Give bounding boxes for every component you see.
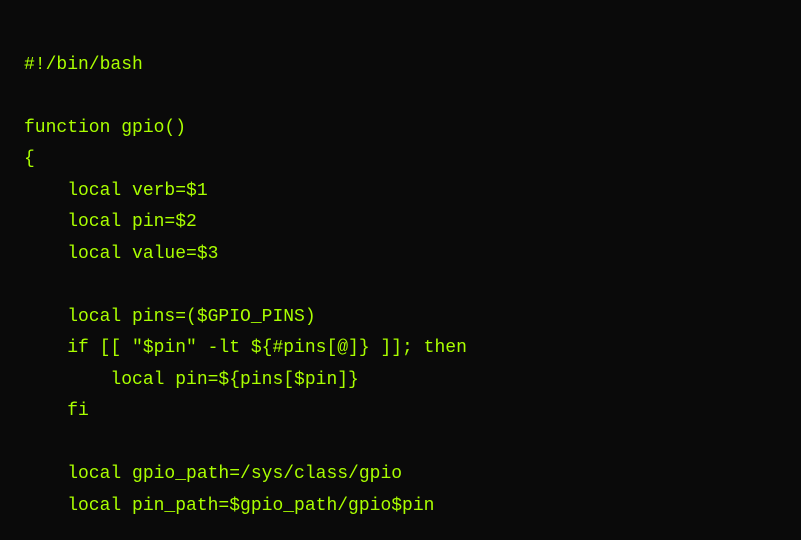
code-line: local value=$3 xyxy=(24,239,777,271)
code-line: function gpio() xyxy=(24,113,777,145)
code-line: { xyxy=(24,144,777,176)
code-line: local verb=$1 xyxy=(24,176,777,208)
code-line: local pin=$2 xyxy=(24,207,777,239)
code-line: local pins=($GPIO_PINS) xyxy=(24,302,777,334)
code-line xyxy=(24,81,777,113)
code-line: fi xyxy=(24,396,777,428)
code-editor: #!/bin/bash function gpio(){ local verb=… xyxy=(0,0,801,540)
code-line: if [[ "$pin" -lt ${#pins[@]} ]]; then xyxy=(24,333,777,365)
code-line: #!/bin/bash xyxy=(24,50,777,82)
code-line: local pin_path=$gpio_path/gpio$pin xyxy=(24,491,777,523)
code-line xyxy=(24,428,777,460)
code-line: local pin=${pins[$pin]} xyxy=(24,365,777,397)
code-line xyxy=(24,270,777,302)
code-line: local gpio_path=/sys/class/gpio xyxy=(24,459,777,491)
